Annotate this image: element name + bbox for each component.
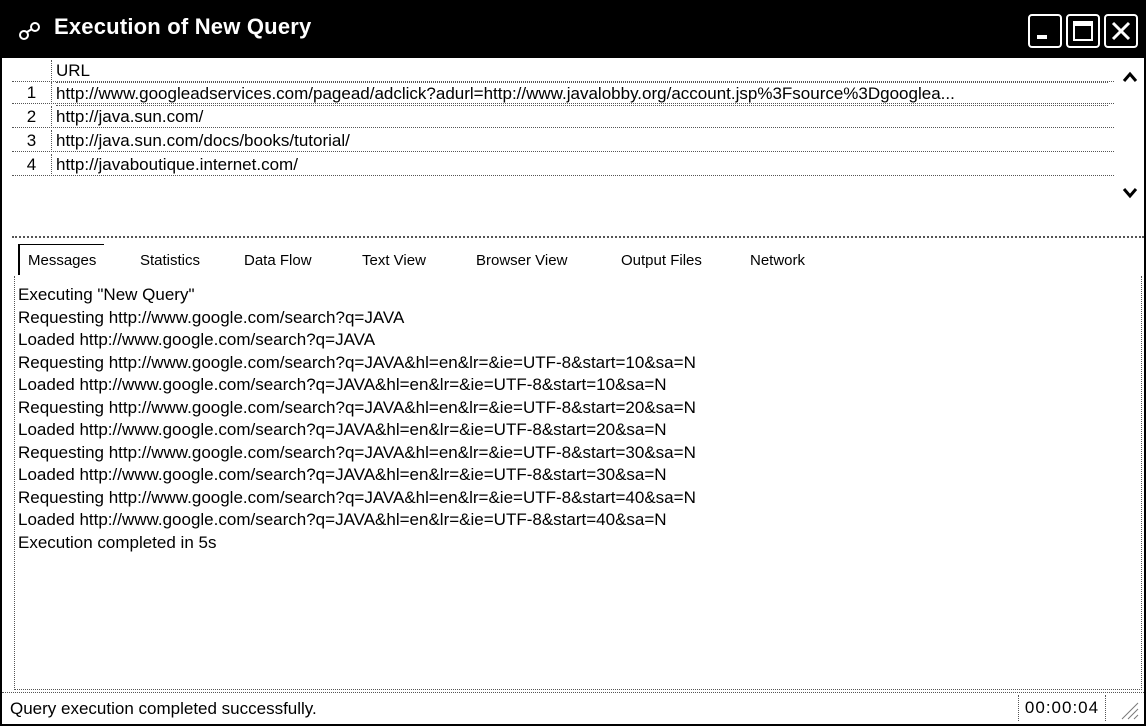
maximize-icon bbox=[1073, 21, 1093, 41]
tab-strip: Messages Statistics Data Flow Text View … bbox=[14, 244, 1140, 275]
log-line: Requesting http://www.google.com/search?… bbox=[18, 352, 696, 372]
log-line: Loaded http://www.google.com/search?q=JA… bbox=[18, 375, 667, 394]
grid-scrollbar[interactable] bbox=[1116, 60, 1144, 210]
table-row[interactable]: 2 http://java.sun.com/ bbox=[12, 106, 1114, 128]
chevron-up-icon bbox=[1122, 71, 1138, 82]
row-number: 2 bbox=[12, 106, 52, 128]
window-title: Execution of New Query bbox=[54, 14, 312, 39]
table-row[interactable]: 4 http://javaboutique.internet.com/ bbox=[12, 154, 1114, 176]
minimize-icon bbox=[1037, 35, 1047, 39]
table-row[interactable]: 1 http://www.googleadservices.com/pagead… bbox=[12, 82, 1114, 106]
close-button[interactable] bbox=[1104, 14, 1138, 48]
chevron-down-icon bbox=[1122, 188, 1138, 199]
resize-grip-icon[interactable] bbox=[1114, 697, 1140, 721]
tab-network[interactable]: Network bbox=[750, 248, 805, 274]
splitter[interactable] bbox=[12, 236, 1144, 238]
log-line: Requesting http://www.google.com/search?… bbox=[18, 442, 696, 462]
table-row[interactable]: 3 http://java.sun.com/docs/books/tutoria… bbox=[12, 130, 1114, 152]
tab-data-flow[interactable]: Data Flow bbox=[244, 248, 312, 274]
log-line: Requesting http://www.google.com/search?… bbox=[18, 487, 696, 507]
row-number: 3 bbox=[12, 130, 52, 152]
elapsed-time: 00:00:04 bbox=[1018, 695, 1106, 721]
log-line: Execution completed in 5s bbox=[18, 532, 217, 552]
status-bar: Query execution completed successfully. … bbox=[2, 692, 1144, 724]
url-cell[interactable]: http://www.googleadservices.com/pagead/a… bbox=[56, 82, 1108, 106]
query-execution-window: Execution of New Query URL 1 http://www.… bbox=[0, 0, 1146, 726]
url-column-header[interactable]: URL bbox=[56, 60, 1108, 82]
title-bar[interactable]: Execution of New Query bbox=[2, 2, 1144, 58]
tab-messages[interactable]: Messages bbox=[18, 244, 105, 275]
scroll-up-button[interactable] bbox=[1116, 62, 1144, 92]
tab-statistics[interactable]: Statistics bbox=[140, 248, 200, 274]
row-number: 4 bbox=[12, 154, 52, 176]
scroll-down-button[interactable] bbox=[1116, 178, 1144, 208]
url-cell[interactable]: http://java.sun.com/docs/books/tutorial/ bbox=[56, 130, 1108, 152]
grid-corner-cell bbox=[12, 60, 52, 82]
log-line: Loaded http://www.google.com/search?q=JA… bbox=[18, 465, 667, 484]
row-number: 1 bbox=[12, 82, 52, 104]
log-line: Requesting http://www.google.com/search?… bbox=[18, 397, 696, 417]
close-icon bbox=[1111, 21, 1131, 41]
tab-output-files[interactable]: Output Files bbox=[621, 248, 702, 274]
url-cell[interactable]: http://java.sun.com/ bbox=[56, 106, 1108, 128]
log-line: Loaded http://www.google.com/search?q=JA… bbox=[18, 420, 667, 439]
maximize-button[interactable] bbox=[1066, 14, 1100, 48]
tab-browser-view[interactable]: Browser View bbox=[476, 248, 567, 274]
log-line: Executing "New Query" bbox=[18, 285, 195, 304]
log-line: Requesting http://www.google.com/search?… bbox=[18, 307, 405, 327]
messages-log[interactable]: Executing "New Query" Requesting http://… bbox=[14, 276, 1142, 690]
grid-header-row: URL bbox=[12, 60, 1114, 82]
minimize-button[interactable] bbox=[1028, 14, 1062, 48]
query-icon bbox=[18, 20, 42, 42]
url-results-grid: URL 1 http://www.googleadservices.com/pa… bbox=[12, 60, 1116, 236]
log-line: Loaded http://www.google.com/search?q=JA… bbox=[18, 510, 667, 529]
log-line: Loaded http://www.google.com/search?q=JA… bbox=[18, 330, 376, 349]
url-cell[interactable]: http://javaboutique.internet.com/ bbox=[56, 154, 1108, 176]
tab-text-view[interactable]: Text View bbox=[362, 248, 426, 274]
status-message: Query execution completed successfully. bbox=[10, 699, 317, 718]
